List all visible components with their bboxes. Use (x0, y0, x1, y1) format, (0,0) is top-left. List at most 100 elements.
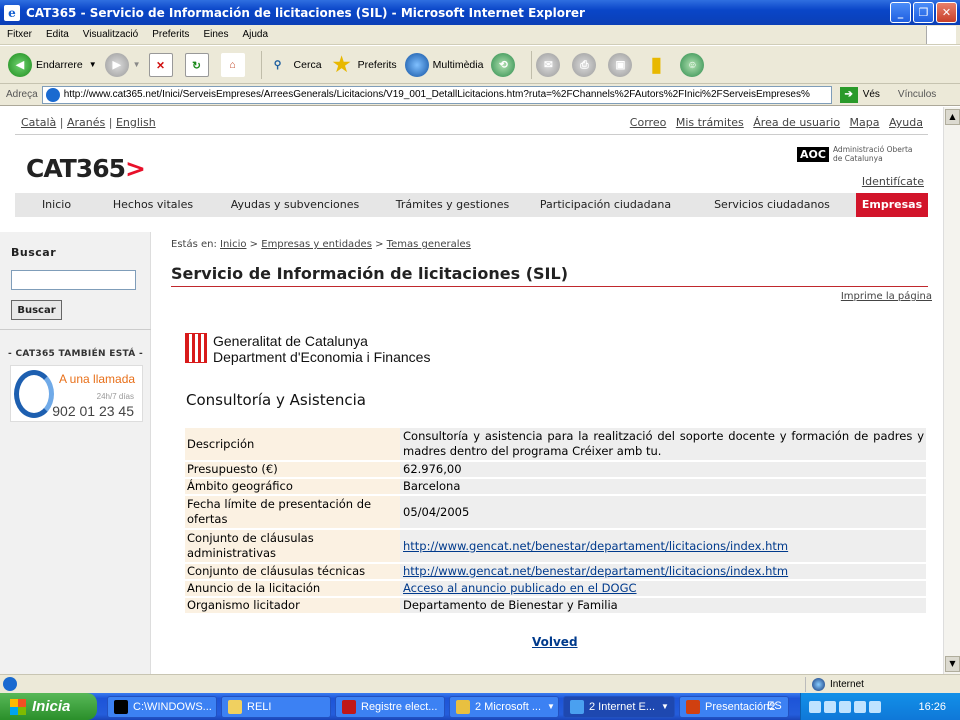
messenger-button[interactable]: ☺ (680, 52, 708, 77)
cat365-logo[interactable]: CAT365> (26, 154, 146, 183)
history-button[interactable]: ⟲ (491, 52, 519, 77)
task-button-cmd[interactable]: C:\WINDOWS... (107, 695, 217, 718)
top-link-correo[interactable]: Correo (630, 116, 667, 129)
table-row: Conjunto de cláusulas técnicas http://www… (185, 564, 926, 579)
refresh-button[interactable]: ↻ (184, 52, 213, 77)
task-button-ie[interactable]: 2 Internet E... ▼ (563, 695, 675, 718)
scroll-up-icon[interactable]: ▲ (945, 109, 960, 125)
identify-link[interactable]: Identifícate (862, 175, 924, 188)
internet-zone-icon (812, 678, 825, 691)
menu-tools[interactable]: Eines (196, 29, 235, 40)
maximize-button[interactable]: ❐ (913, 2, 934, 23)
nav-item-hechos-vitales[interactable]: Hechos vitales (98, 193, 208, 217)
go-button[interactable]: ➔ Vés (839, 86, 880, 103)
top-link-ayuda[interactable]: Ayuda (889, 116, 923, 129)
detail-link[interactable]: http://www.gencat.net/benestar/departame… (403, 539, 788, 553)
address-bar: Adreça http://www.cat365.net/Inici/Serve… (0, 84, 960, 106)
tray-icon[interactable] (869, 700, 881, 713)
nav-item-participacion[interactable]: Participación ciudadana (523, 193, 688, 217)
search-button[interactable]: ⚲ Cerca (266, 53, 322, 77)
detail-link[interactable]: http://www.gencat.net/benestar/departame… (403, 564, 788, 578)
top-link-tramites[interactable]: Mis trámites (676, 116, 744, 129)
scroll-down-icon[interactable]: ▼ (945, 656, 960, 672)
org-line1: Generalitat de Catalunya (213, 333, 368, 349)
nav-item-empresas[interactable]: Empresas (856, 193, 928, 217)
banner-phone: 902 01 23 45 (52, 403, 134, 419)
nav-item-inicio[interactable]: Inicio (15, 193, 98, 217)
breadcrumb-item[interactable]: Temas generales (387, 239, 471, 250)
search-label: Cerca (293, 58, 322, 71)
detail-link[interactable]: Acceso al anuncio publicado en el DOGC (403, 581, 637, 595)
lang-link-english[interactable]: English (116, 116, 156, 129)
task-button-folder[interactable]: RELI (221, 695, 331, 718)
breadcrumb-item[interactable]: Inicio (220, 239, 246, 250)
address-input[interactable]: http://www.cat365.net/Inici/ServeisEmpre… (41, 85, 832, 104)
menu-view[interactable]: Visualització (76, 29, 145, 40)
top-link-area-usuario[interactable]: Área de usuario (753, 116, 840, 129)
detail-value-cell: 62.976,00 (400, 462, 926, 477)
discuss-button[interactable]: ▮ (644, 53, 672, 77)
identify-link-wrap: Identifícate (862, 175, 924, 188)
top-link-mapa[interactable]: Mapa (850, 116, 880, 129)
breadcrumb-item[interactable]: Empresas y entidades (261, 239, 372, 250)
start-button[interactable]: Inicia (0, 693, 97, 720)
stop-button[interactable]: ✕ (148, 52, 177, 77)
chevron-down-icon[interactable]: ▼ (133, 60, 141, 69)
detail-key: Anuncio de la licitación (185, 581, 400, 596)
gencat-icon (342, 699, 356, 714)
minimize-button[interactable]: _ (890, 2, 911, 23)
nav-item-ayudas[interactable]: Ayudas y subvenciones (208, 193, 382, 217)
menu-help[interactable]: Ajuda (235, 29, 275, 40)
vertical-scrollbar[interactable]: ▲ ▼ (943, 107, 960, 674)
system-tray: ES 16:26 (767, 693, 960, 720)
home-button[interactable]: ⌂ (220, 52, 249, 77)
language-indicator[interactable]: ES (767, 700, 782, 712)
close-button[interactable]: ✕ (936, 2, 957, 23)
gencat-logo: Generalitat de Catalunya Department d'Ec… (185, 333, 430, 365)
back-arrow-icon: ◀ (8, 52, 32, 77)
tray-icons (809, 700, 881, 713)
tray-icon[interactable] (809, 700, 821, 713)
detail-value-cell: Consultoría y asistencia para la realitz… (400, 428, 926, 460)
multimedia-button[interactable]: Multimèdia (404, 52, 483, 77)
search-title: Buscar (11, 246, 57, 259)
start-label: Inicia (32, 698, 71, 715)
detail-value-cell: http://www.gencat.net/benestar/departame… (400, 530, 926, 562)
also-title: - CAT365 TAMBIÉN ESTÁ - (8, 349, 143, 359)
search-submit-button[interactable]: Buscar (11, 300, 62, 320)
print-button[interactable]: ⎙ (572, 52, 600, 77)
chevron-down-icon[interactable]: ▼ (89, 60, 97, 69)
tray-icon[interactable] (839, 700, 851, 713)
aoc-logo[interactable]: AOC Administració Oberta de Catalunya (797, 145, 923, 163)
phone-banner[interactable]: A una llamada 24h/7 días 902 01 23 45 (10, 365, 143, 422)
detail-value-cell: http://www.gencat.net/benestar/departame… (400, 564, 926, 579)
back-button[interactable]: ◀ Endarrere ▼ (8, 52, 97, 77)
menu-file[interactable]: Fitxer (0, 29, 39, 40)
sidebar-divider (0, 329, 151, 330)
lang-link-aranes[interactable]: Aranés (67, 116, 105, 129)
logo-text: CAT365 (26, 154, 126, 183)
nav-item-tramites[interactable]: Trámites y gestiones (382, 193, 523, 217)
senyera-icon (185, 333, 207, 363)
task-label: C:\WINDOWS... (133, 700, 212, 713)
nav-item-servicios[interactable]: Servicios ciudadanos (688, 193, 856, 217)
tray-icon[interactable] (824, 700, 836, 713)
detail-key: Presupuesto (€) (185, 462, 400, 477)
task-button-microsoft[interactable]: 2 Microsoft ... ▼ (449, 695, 559, 718)
forward-button[interactable]: ▶ ▼ (104, 52, 141, 77)
tray-icon[interactable] (854, 700, 866, 713)
lang-link-catala[interactable]: Català (21, 116, 56, 129)
edit-button[interactable]: ▣ (608, 52, 636, 77)
search-input[interactable] (11, 270, 136, 290)
favorites-button[interactable]: ★ Preferits (330, 53, 397, 77)
detail-value-cell: 05/04/2005 (400, 496, 926, 528)
back-link[interactable]: Volved (532, 635, 578, 649)
print-link[interactable]: Imprime la página (841, 291, 932, 302)
links-label[interactable]: Vínculos (898, 89, 936, 100)
task-button-registre[interactable]: Registre elect... (335, 695, 445, 718)
mail-button[interactable]: ✉ (536, 52, 564, 77)
detail-key: Ámbito geográfico (185, 479, 400, 494)
mail-icon: ✉ (536, 52, 561, 77)
menu-edit[interactable]: Edita (39, 29, 76, 40)
menu-favorites[interactable]: Preferits (145, 29, 196, 40)
